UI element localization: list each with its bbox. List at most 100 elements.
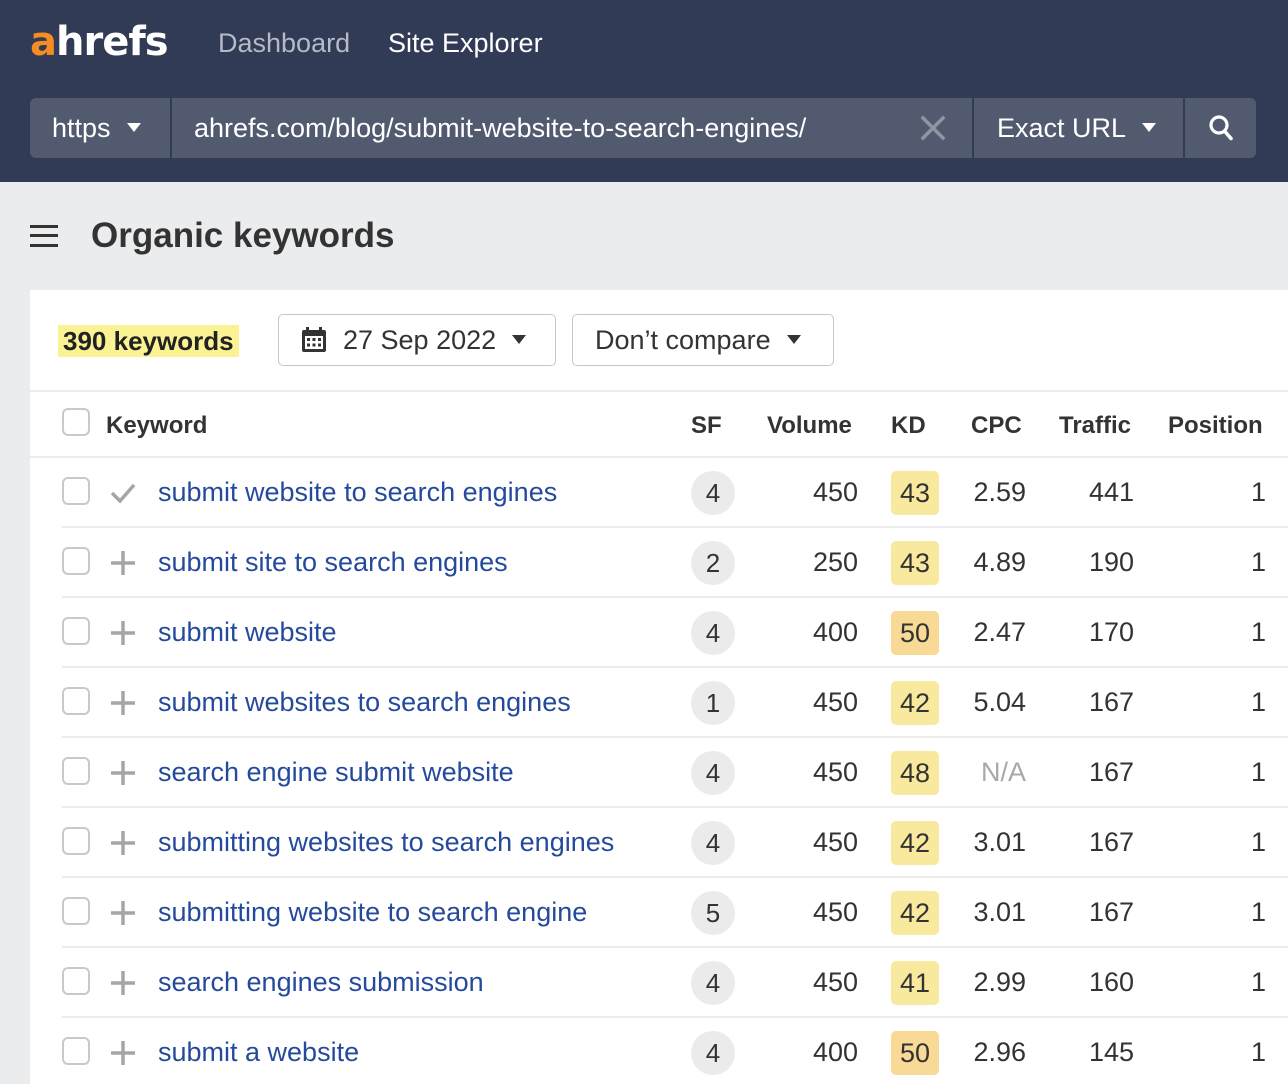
serp-features-badge[interactable]: 4 [691,751,735,795]
plus-icon[interactable] [109,549,137,577]
volume-cell: 450 [812,687,858,717]
nav-dashboard[interactable]: Dashboard [218,28,350,58]
keyword-link[interactable]: submit websites to search engines [158,686,571,718]
traffic-cell: 160 [1088,967,1134,997]
cpc-cell: 5.04 [973,687,1026,717]
keyword-link[interactable]: submit website to search engines [158,476,557,508]
url-search-bar: https ahrefs.com/blog/submit-website-to-… [30,98,1256,158]
nav-site-explorer[interactable]: Site Explorer [388,28,543,58]
plus-icon[interactable] [109,899,137,927]
plus-icon[interactable] [109,1039,137,1067]
keyword-link[interactable]: search engines submission [158,966,484,998]
table-row: submit website to search engines 4 450 4… [62,458,1288,528]
chevron-down-icon [1142,122,1157,132]
compare-value: Don’t compare [595,324,771,355]
cpc-cell: 2.99 [973,967,1026,997]
plus-icon[interactable] [109,829,137,857]
keyword-count-badge: 390 keywords [58,325,239,357]
kd-badge: 50 [891,1031,939,1075]
column-header-volume[interactable]: Volume [767,412,852,440]
table-row: submit site to search engines 2 250 43 4… [62,528,1288,598]
position-cell[interactable]: 1 [1162,686,1266,718]
keyword-link[interactable]: search engine submit website [158,756,514,788]
traffic-cell: 145 [1088,1037,1134,1067]
keyword-link[interactable]: submitting websites to search engines [158,826,614,858]
ahrefs-logo[interactable]: ahrefs [30,18,169,66]
logo-accent: a [30,19,57,65]
row-checkbox[interactable] [62,827,90,855]
plus-icon[interactable] [109,689,137,717]
position-cell[interactable]: 1 [1162,546,1266,578]
page-title: Organic keywords [91,216,395,255]
position-cell[interactable]: 1 [1162,616,1266,648]
table-row: submit a website 4 400 50 2.96 145 1 [62,1018,1288,1084]
serp-features-badge[interactable]: 5 [691,891,735,935]
logo-text: hrefs [56,19,169,65]
serp-features-badge[interactable]: 2 [691,541,735,585]
url-input[interactable]: ahrefs.com/blog/submit-website-to-search… [172,98,972,158]
kd-badge: 43 [891,471,939,515]
row-checkbox[interactable] [62,757,90,785]
chevron-down-icon [512,334,527,344]
row-checkbox[interactable] [62,617,90,645]
date-picker-button[interactable]: 27 Sep 2022 [278,314,556,366]
volume-cell: 250 [812,547,858,577]
plus-icon[interactable] [109,969,137,997]
check-icon[interactable] [109,479,137,507]
mode-dropdown[interactable]: Exact URL [974,98,1183,158]
column-header-kd[interactable]: KD [891,412,926,440]
table-row: submit websites to search engines 1 450 … [62,668,1288,738]
row-checkbox[interactable] [62,1037,90,1065]
position-cell[interactable]: 1 [1162,896,1266,928]
volume-cell: 450 [812,757,858,787]
chevron-down-icon [126,122,141,132]
keyword-link[interactable]: submit site to search engines [158,546,508,578]
protocol-dropdown[interactable]: https [30,98,170,158]
row-checkbox[interactable] [62,687,90,715]
kd-badge: 43 [891,541,939,585]
column-header-sf[interactable]: SF [691,412,722,440]
keyword-link[interactable]: submit website [158,616,337,648]
search-button[interactable] [1185,98,1256,158]
keyword-link[interactable]: submit a website [158,1036,359,1068]
plus-icon[interactable] [109,619,137,647]
cpc-cell: 3.01 [973,827,1026,857]
position-cell[interactable]: 1 [1162,476,1266,508]
column-header-cpc[interactable]: CPC [971,412,1022,440]
traffic-cell: 441 [1088,477,1134,507]
row-checkbox[interactable] [62,897,90,925]
position-cell[interactable]: 1 [1162,756,1266,788]
keyword-link[interactable]: submitting website to search engine [158,896,587,928]
traffic-cell: 170 [1088,617,1134,647]
kd-badge: 42 [891,681,939,725]
close-icon[interactable] [918,113,948,143]
row-checkbox[interactable] [62,547,90,575]
position-cell[interactable]: 1 [1162,966,1266,998]
serp-features-badge[interactable]: 4 [691,1031,735,1075]
column-header-traffic[interactable]: Traffic [1059,412,1131,440]
position-cell[interactable]: 1 [1162,1036,1266,1068]
table-row: search engines submission 4 450 41 2.99 … [62,948,1288,1018]
serp-features-badge[interactable]: 4 [691,961,735,1005]
serp-features-badge[interactable]: 1 [691,681,735,725]
search-icon [1208,115,1233,141]
row-checkbox[interactable] [62,477,90,505]
date-value: 27 Sep 2022 [343,324,497,355]
row-checkbox[interactable] [62,967,90,995]
serp-features-badge[interactable]: 4 [691,821,735,865]
column-header-position[interactable]: Position [1168,412,1263,440]
hamburger-icon[interactable] [30,225,58,247]
position-cell[interactable]: 1 [1162,826,1266,858]
compare-dropdown[interactable]: Don’t compare [572,314,834,366]
volume-cell: 450 [812,827,858,857]
serp-features-badge[interactable]: 4 [691,611,735,655]
serp-features-badge[interactable]: 4 [691,471,735,515]
plus-icon[interactable] [109,759,137,787]
url-input-value: ahrefs.com/blog/submit-website-to-search… [194,112,807,143]
select-all-checkbox[interactable] [62,408,90,436]
cpc-cell: N/A [980,757,1026,787]
table-row: search engine submit website 4 450 48 N/… [62,738,1288,808]
cpc-cell: 2.96 [973,1037,1026,1067]
table-row: submitting websites to search engines 4 … [62,808,1288,878]
column-header-keyword[interactable]: Keyword [106,412,207,440]
